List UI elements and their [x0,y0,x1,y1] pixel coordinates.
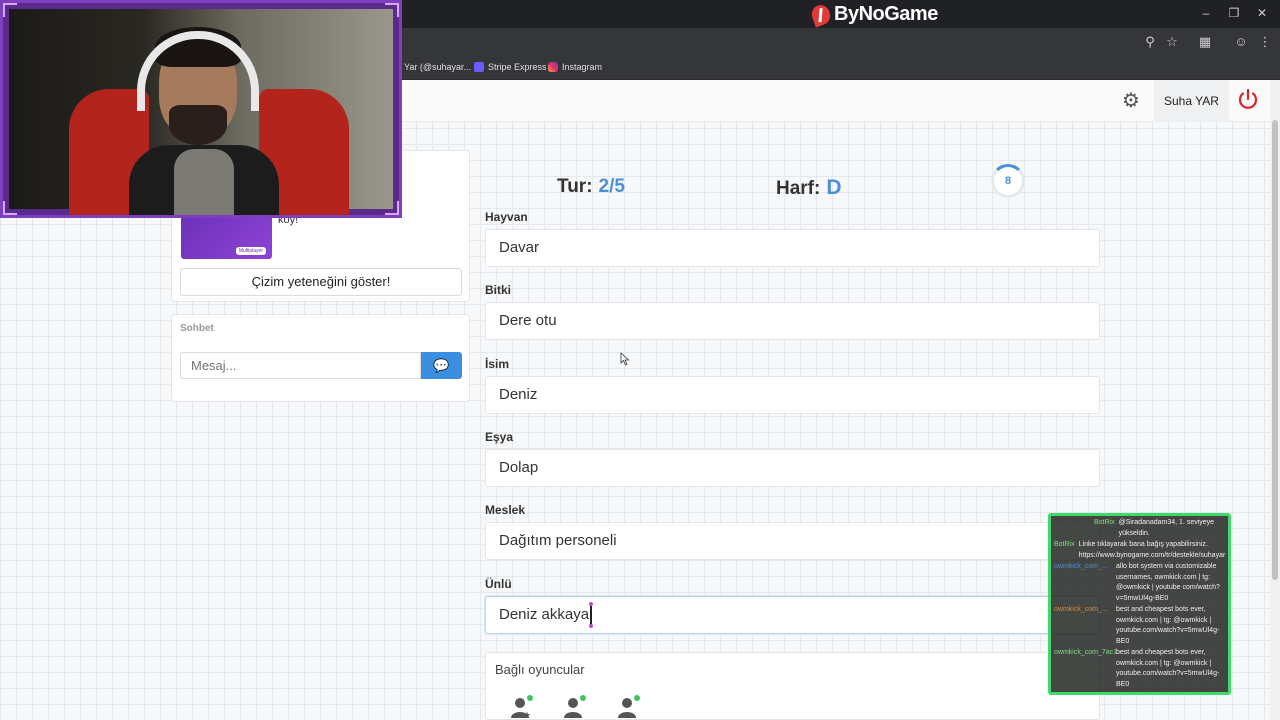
chat-send-button[interactable]: 💬 [421,352,462,379]
field-label-bitki: Bitki [485,283,512,297]
countdown-timer: 8 [991,164,1025,198]
chat-title: Sohbet [180,323,214,334]
chat-message: BotRix Linke tıklayarak bana bağış yapab… [1054,540,1225,561]
person-image [169,105,227,145]
field-input-esya[interactable]: Dolap [485,449,1100,487]
bookmark-label: Yar (@suhayar... [404,62,471,72]
profile-icon[interactable]: ☺ [1232,34,1250,49]
chat-message: owmkick_com_... allo bot system via cust… [1054,562,1225,604]
round-indicator: Tur: 2/5 [557,176,625,198]
frame-corner [385,201,399,215]
logout-power-icon[interactable] [1236,88,1260,112]
extensions-icon[interactable]: ▦ [1196,34,1214,50]
field-value: Deniz akkaya [499,606,590,623]
chat-username: owmkick_com_... [1054,606,1108,613]
bynogame-logo-icon [809,2,833,27]
chat-text: Linke tıklayarak bana bağış yapabilirsin… [1078,541,1226,559]
stripe-icon [474,62,484,72]
webcam-feed [9,9,393,215]
chat-username: owmkick_com_... [1054,563,1108,570]
webcam-overlay [0,0,402,218]
chat-text: allo bot system via customizable usernam… [1116,563,1220,602]
close-window-icon[interactable]: ✕ [1252,6,1272,20]
field-input-meslek[interactable]: Dağıtım personeli [485,522,1100,560]
bookmark-item[interactable]: Stripe Express [474,62,547,72]
field-label-hayvan: Hayvan [485,210,528,224]
players-title: Bağlı oyuncular [495,662,585,677]
chat-message-input[interactable] [180,352,421,379]
text-caret [589,602,594,629]
letter-indicator: Harf: D [776,176,842,200]
user-name-button[interactable]: Suha YAR [1154,80,1229,122]
connected-players-card: Bağlı oyuncular ★ [485,652,1100,720]
bookmark-label: Stripe Express [488,62,547,72]
field-input-hayvan[interactable]: Davar [485,229,1100,267]
chat-message: owmkick_com_... best and cheapest bots e… [1054,605,1225,647]
svg-text:★: ★ [523,710,531,719]
chat-text: best and cheapest bots ever, owmkick.com… [1116,606,1220,645]
field-input-unlu[interactable]: Deniz akkaya [485,596,1100,634]
field-label-meslek: Meslek [485,503,526,517]
letter-label: Harf: [776,178,821,199]
restore-icon[interactable]: ❐ [1224,6,1244,20]
instagram-icon [548,62,558,72]
bookmark-item[interactable]: Instagram [548,62,602,72]
promo-badge: Multiplayer [235,247,266,255]
site-brand: ByNoGame [809,2,938,27]
chat-username: owmkick_com_7ac1 [1054,649,1116,656]
field-label-esya: Eşya [485,430,514,444]
frame-corner [3,201,17,215]
mouse-pointer-icon [620,352,630,366]
letter-value: D [826,176,842,199]
player-host-avatar-icon[interactable]: ★ [509,695,533,719]
chat-text: @Siradanadam34, 1. seviyeye yükseldin. [1118,519,1215,537]
bookmark-item[interactable]: Yar (@suhayar... [404,62,471,72]
player-avatar-icon[interactable] [562,695,586,719]
round-label: Tur: [557,176,593,197]
scrollbar-thumb[interactable] [1272,120,1278,580]
chat-username: BotRix [1054,541,1075,548]
person-image [174,149,234,215]
field-label-isim: İsim [485,357,510,371]
frame-corner [3,3,17,17]
bookmark-label: Instagram [562,62,603,72]
chat-username: BotRix [1094,519,1115,526]
zoom-icon[interactable]: ⚲ [1141,34,1159,50]
field-label-unlu: Ünlü [485,577,512,591]
field-input-bitki[interactable]: Dere otu [485,302,1100,340]
round-value: 2/5 [598,176,625,197]
frame-corner [385,3,399,17]
page-scrollbar[interactable] [1270,80,1280,720]
browser-menu-icon[interactable]: ⋮ [1256,34,1274,50]
brand-name: ByNoGame [834,3,938,25]
field-input-isim[interactable]: Deniz [485,376,1100,414]
minimize-icon[interactable]: – [1196,6,1216,20]
chat-card: Sohbet 💬 [171,314,470,402]
settings-gear-icon[interactable]: ⚙ [1120,90,1142,112]
chat-text: best and cheapest bots ever, owmkick.com… [1116,649,1220,688]
chat-message: BotRix @Siradanadam34, 1. seviyeye yükse… [1054,518,1225,539]
speech-bubble-icon: 💬 [433,358,450,373]
player-avatar-icon[interactable] [616,695,640,719]
draw-skill-button[interactable]: Çizim yeteneğini göster! [180,268,462,296]
bookmark-star-icon[interactable]: ☆ [1163,34,1181,50]
stream-chat-overlay: BotRix @Siradanadam34, 1. seviyeye yükse… [1048,513,1231,695]
chat-message: owmkick_com_7ac1 best and cheapest bots … [1054,648,1225,690]
